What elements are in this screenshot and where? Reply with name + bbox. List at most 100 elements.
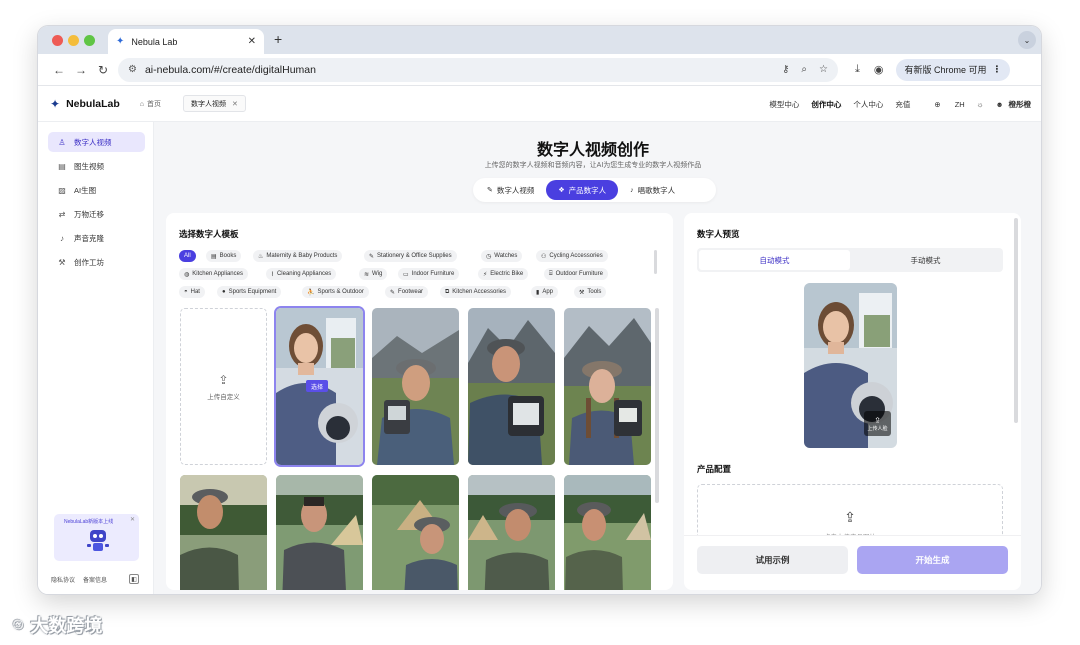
preview-scrollbar[interactable] xyxy=(1014,218,1018,423)
theme-toggle-icon[interactable]: ☼ xyxy=(977,100,984,109)
template-man-cap-field[interactable] xyxy=(564,475,651,590)
sidebar-item-label: 创作工坊 xyxy=(74,257,104,267)
category-scrollbar[interactable] xyxy=(654,250,657,274)
template-man-cap-tent[interactable] xyxy=(372,475,459,590)
sidebar-item-digital-human-video[interactable]: ♙ 数字人视频 xyxy=(48,132,145,152)
category-chip-sports-outdoor[interactable]: ⛹ Sports & Outdoor xyxy=(302,286,369,298)
open-page-tab[interactable]: 数字人视频 ✕ xyxy=(182,95,246,112)
tab-singing-digital-human[interactable]: ♪ 唱歌数字人 xyxy=(618,180,687,200)
mode-manual[interactable]: 手动模式 xyxy=(850,250,1001,270)
promo-close-icon[interactable]: ✕ xyxy=(130,516,135,523)
zoom-icon[interactable]: ⌕ xyxy=(801,64,807,75)
nav-model-center[interactable]: 模型中心 xyxy=(769,99,799,110)
download-icon[interactable]: ⤓ xyxy=(855,63,860,76)
product-config-title: 产品配置 xyxy=(697,464,732,474)
ebike-icon: ⚡ xyxy=(483,271,488,278)
sidebar-item-workshop[interactable]: ⚒ 创作工坊 xyxy=(48,252,145,272)
sidebar-item-image-to-video[interactable]: ▤ 图生视频 xyxy=(48,156,145,176)
category-chip-app[interactable]: ▮ App xyxy=(531,286,558,298)
user-avatar-icon[interactable]: ☻ xyxy=(996,100,1004,109)
category-chip-cleaning[interactable]: ⌇ Cleaning Appliances xyxy=(266,268,337,280)
new-version-promo[interactable]: NebulaLab新版本上线 ✕ xyxy=(54,514,139,561)
sofa-icon: ▭ xyxy=(403,271,409,278)
template-woman-braid-device[interactable] xyxy=(564,308,651,465)
film-icon: ▤ xyxy=(58,161,66,171)
language-switch[interactable]: ⊕ ZH xyxy=(922,100,964,109)
pencil-icon: ✎ xyxy=(369,253,375,260)
tab-digital-human-video[interactable]: ✎ 数字人视频 xyxy=(475,180,546,200)
upload-custom-tile[interactable]: ⇪ 上传自定义 xyxy=(180,308,267,465)
address-bar[interactable]: ⚙ ai-nebula.com/#/create/digitalHuman ⚷ … xyxy=(118,57,838,82)
template-man-cap-forest[interactable] xyxy=(180,475,267,590)
category-chip-maternity[interactable]: ♨ Maternity & Baby Products xyxy=(253,250,343,262)
template-man-cap-device[interactable] xyxy=(372,308,459,465)
browser-tab[interactable]: ✦ Nebula Lab ✕ xyxy=(108,29,264,54)
new-tab-icon[interactable]: + xyxy=(274,31,282,47)
chip-label: Wig xyxy=(372,271,383,277)
template-woman-helmet[interactable]: 选择 xyxy=(276,308,363,465)
category-chip-cycling[interactable]: ⚇ Cycling Accessories xyxy=(536,250,608,262)
more-menu-icon[interactable]: ⋮ xyxy=(993,64,1002,75)
sidebar-item-label: 图生视频 xyxy=(74,161,104,171)
category-chip-wig[interactable]: ≋ Wig xyxy=(359,268,388,280)
category-chip-electric-bike[interactable]: ⚡ Electric Bike xyxy=(478,268,529,280)
start-generate-button[interactable]: 开始生成 xyxy=(857,546,1008,574)
chrome-update-button[interactable]: 有新版 Chrome 可用 ⋮ xyxy=(896,58,1010,81)
template-man-cap-pouch[interactable] xyxy=(468,308,555,465)
shoe-icon: ✎ xyxy=(390,289,396,296)
brand-name[interactable]: NebulaLab xyxy=(66,98,120,110)
tab-label: 数字人视频 xyxy=(496,185,535,195)
category-chip-outdoor-furniture[interactable]: ⌸ Outdoor Furniture xyxy=(544,268,608,280)
tab-product-digital-human[interactable]: ❖ 产品数字人 xyxy=(546,180,619,200)
template-man-cap-camp[interactable] xyxy=(468,475,555,590)
nav-recharge[interactable]: 充值 xyxy=(895,99,910,110)
forward-icon[interactable]: → xyxy=(70,63,92,77)
bike-icon: ⚇ xyxy=(541,253,547,260)
sidebar-item-label: AI生图 xyxy=(74,185,97,195)
minimize-window-button[interactable] xyxy=(68,35,79,46)
category-chip-watches[interactable]: ◷ Watches xyxy=(481,250,523,262)
category-chip-indoor-furniture[interactable]: ▭ Indoor Furniture xyxy=(398,268,460,280)
close-tab-icon[interactable]: ✕ xyxy=(248,36,256,47)
close-window-button[interactable] xyxy=(52,35,63,46)
tab-search-icon[interactable]: ⌄ xyxy=(1018,31,1036,49)
record-link[interactable]: 备案信息 xyxy=(83,575,107,584)
reload-icon[interactable]: ↻ xyxy=(92,63,114,77)
home-link[interactable]: ⌂ 首页 xyxy=(140,99,161,109)
mode-auto[interactable]: 自动模式 xyxy=(699,250,850,270)
try-demo-button[interactable]: 试用示例 xyxy=(697,546,848,574)
nav-create-center[interactable]: 创作中心 xyxy=(811,99,841,110)
profile-icon[interactable]: ◉ xyxy=(874,63,884,76)
category-chip-books[interactable]: ▤ Books xyxy=(206,250,242,262)
user-name[interactable]: 橙彤橙 xyxy=(1009,99,1032,110)
password-key-icon[interactable]: ⚷ xyxy=(782,64,789,75)
upload-face-button[interactable]: ⇪ 上传人脸 xyxy=(864,411,891,436)
close-page-tab-icon[interactable]: ✕ xyxy=(232,100,238,108)
privacy-link[interactable]: 隐私协议 xyxy=(51,575,75,584)
category-chip-footwear[interactable]: ✎ Footwear xyxy=(385,286,429,298)
back-icon[interactable]: ← xyxy=(48,63,70,77)
select-badge[interactable]: 选择 xyxy=(306,380,329,392)
zoom-window-button[interactable] xyxy=(84,35,95,46)
template-man-tent[interactable] xyxy=(276,475,363,590)
category-chip-kitchen-accessories[interactable]: ⧉ Kitchen Accessories xyxy=(440,286,511,298)
template-scrollbar[interactable] xyxy=(655,308,659,503)
category-chip-kitchen-appliances[interactable]: ◍ Kitchen Appliances xyxy=(179,268,248,280)
category-chip-all[interactable]: All xyxy=(179,250,196,262)
chip-label: All xyxy=(184,253,191,259)
nav-personal-center[interactable]: 个人中心 xyxy=(853,99,883,110)
sidebar-item-ai-image[interactable]: ▨ AI生图 xyxy=(48,180,145,200)
category-chip-hat[interactable]: ◓ Hat xyxy=(179,286,205,298)
site-info-icon[interactable]: ⚙ xyxy=(128,64,137,75)
category-chip-sports-equipment[interactable]: ● Sports Equipment xyxy=(217,286,282,298)
template-panel-title: 选择数字人模板 xyxy=(179,229,239,239)
home-icon: ⌂ xyxy=(139,100,144,108)
category-chip-tools[interactable]: ⚒ Tools xyxy=(574,286,607,298)
nebula-logo-icon[interactable]: ✦ xyxy=(50,97,60,111)
collapse-sidebar-icon[interactable]: ◧ xyxy=(129,574,140,584)
sidebar-item-voice-clone[interactable]: ♪ 声音克隆 xyxy=(48,228,145,248)
bookmark-star-icon[interactable]: ☆ xyxy=(819,64,828,75)
url-text[interactable]: ai-nebula.com/#/create/digitalHuman xyxy=(145,64,770,76)
sidebar-item-transfer[interactable]: ⇄ 万物迁移 xyxy=(48,204,145,224)
category-chip-stationery[interactable]: ✎ Stationery & Office Supplies xyxy=(364,250,457,262)
